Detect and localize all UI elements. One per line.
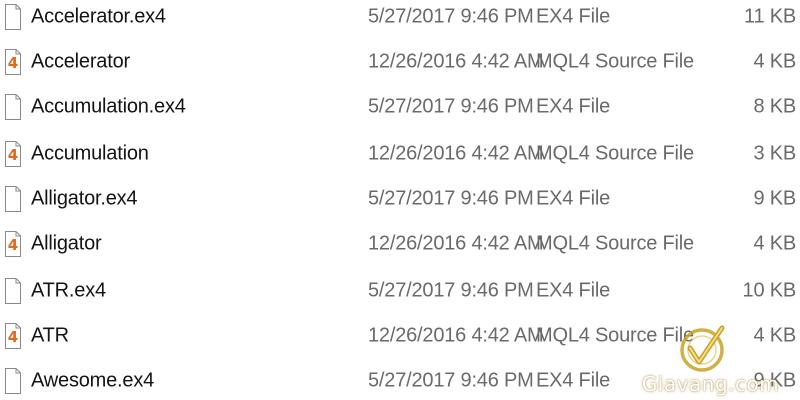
file-name: Accelerator.ex4 xyxy=(31,5,166,28)
file-row[interactable]: Accelerator.ex4 5/27/2017 9:46 PM EX4 Fi… xyxy=(0,0,800,37)
mql4-icon-glyph: 4 xyxy=(8,54,18,72)
blank-file-icon xyxy=(5,278,21,304)
file-size: 11 KB xyxy=(744,5,796,28)
file-row[interactable]: 4 Accumulation 12/26/2016 4:42 AM MQL4 S… xyxy=(0,134,800,174)
file-name: Accelerator xyxy=(31,50,130,73)
file-row[interactable]: Alligator.ex4 5/27/2017 9:46 PM EX4 File… xyxy=(0,179,800,219)
watermark: Giavang.com xyxy=(628,322,793,400)
giavang-logo-icon xyxy=(670,322,736,374)
file-type: MQL4 Source File xyxy=(536,50,694,73)
blank-file-icon xyxy=(5,368,21,394)
file-date-modified: 12/26/2016 4:42 AM xyxy=(368,50,544,73)
file-date-modified: 5/27/2017 9:46 PM xyxy=(368,369,534,392)
file-name: Accumulation.ex4 xyxy=(31,95,186,118)
file-size: 9 KB xyxy=(753,187,796,210)
file-date-modified: 12/26/2016 4:42 AM xyxy=(368,232,544,255)
file-date-modified: 5/27/2017 9:46 PM xyxy=(368,279,534,302)
mql4-icon-glyph: 4 xyxy=(8,236,18,254)
file-date-modified: 5/27/2017 9:46 PM xyxy=(368,95,534,118)
file-size: 4 KB xyxy=(753,50,796,73)
blank-file-icon xyxy=(5,4,21,30)
file-row[interactable]: ATR.ex4 5/27/2017 9:46 PM EX4 File 10 KB xyxy=(0,271,800,311)
file-date-modified: 5/27/2017 9:46 PM xyxy=(368,5,534,28)
file-size: 4 KB xyxy=(753,232,796,255)
file-type: EX4 File xyxy=(536,187,610,210)
file-date-modified: 12/26/2016 4:42 AM xyxy=(368,324,544,347)
mql4-file-icon: 4 xyxy=(5,323,21,349)
blank-file-icon xyxy=(5,94,21,120)
file-type: EX4 File xyxy=(536,95,610,118)
file-date-modified: 5/27/2017 9:46 PM xyxy=(368,187,534,210)
file-type: EX4 File xyxy=(536,5,610,28)
mql4-file-icon: 4 xyxy=(5,49,21,75)
file-name: Alligator xyxy=(31,232,102,255)
file-size: 3 KB xyxy=(753,142,796,165)
mql4-icon-glyph: 4 xyxy=(8,146,18,164)
watermark-text: Giavang.com xyxy=(641,372,780,396)
file-type: EX4 File xyxy=(536,279,610,302)
file-type: MQL4 Source File xyxy=(536,232,694,255)
mql4-file-icon: 4 xyxy=(5,141,21,167)
file-name: ATR.ex4 xyxy=(31,279,106,302)
file-name: ATR xyxy=(31,324,69,347)
file-date-modified: 12/26/2016 4:42 AM xyxy=(368,142,544,165)
file-name: Awesome.ex4 xyxy=(31,369,155,392)
file-row[interactable]: 4 Alligator 12/26/2016 4:42 AM MQL4 Sour… xyxy=(0,224,800,264)
file-type: EX4 File xyxy=(536,369,610,392)
file-name: Accumulation xyxy=(31,142,149,165)
file-size: 10 KB xyxy=(742,279,797,302)
mql4-file-icon: 4 xyxy=(5,231,21,257)
file-row[interactable]: 4 Accelerator 12/26/2016 4:42 AM MQL4 So… xyxy=(0,42,800,82)
mql4-icon-glyph: 4 xyxy=(8,328,18,346)
file-size: 8 KB xyxy=(753,95,796,118)
file-type: MQL4 Source File xyxy=(536,142,694,165)
blank-file-icon xyxy=(5,186,21,212)
file-row[interactable]: Accumulation.ex4 5/27/2017 9:46 PM EX4 F… xyxy=(0,87,800,127)
file-name: Alligator.ex4 xyxy=(31,187,138,210)
